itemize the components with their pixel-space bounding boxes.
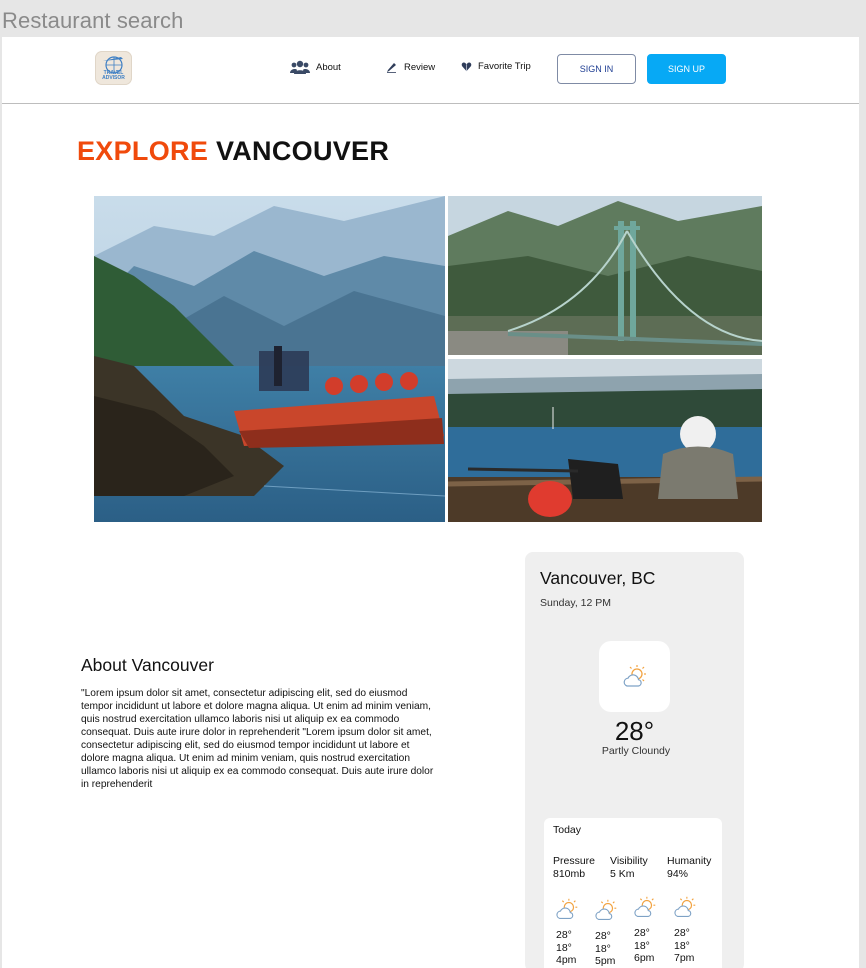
weather-temperature: 28° [614, 716, 655, 746]
top-navigation: TRAVEL ADVISOR About Review Favorite Tri… [2, 37, 859, 104]
partly-cloudy-icon [556, 898, 578, 919]
hour-time: 6pm [634, 952, 655, 964]
nav-review-label: Review [404, 61, 436, 73]
page-title-accent: EXPLORE [77, 136, 209, 166]
today-title: Today [553, 824, 582, 836]
weather-date: Sunday, 12 PM [540, 597, 612, 609]
hour-low: 18° [595, 942, 611, 955]
hour-low: 18° [674, 939, 690, 952]
hour-high: 28° [556, 929, 572, 941]
hour-forecast: 28° 18° 6pm [631, 894, 659, 965]
stat-humidity: Humanity 94% [667, 855, 711, 881]
stat-visibility: Visibility 5 Km [610, 855, 648, 881]
pen-icon [387, 63, 396, 73]
page: TRAVEL ADVISOR About Review Favorite Tri… [2, 37, 859, 968]
stat-pressure-value: 810mb [553, 868, 586, 880]
frame-title: Restaurant search [2, 8, 184, 33]
heart-icon [461, 62, 472, 72]
hour-time: 7pm [674, 952, 695, 964]
nav-about-label: About [316, 61, 341, 73]
partly-cloudy-icon [634, 896, 656, 917]
weather-condition: Partly Cloundy [601, 745, 671, 757]
hour-low: 18° [556, 941, 572, 954]
partly-cloudy-icon [623, 664, 646, 687]
photo-boat-tour [94, 196, 445, 522]
weather-city: Vancouver, BC [540, 568, 656, 588]
today-forecast-panel: Today Pressure 810mb Visibility 5 Km Hum… [544, 818, 722, 968]
logo[interactable]: TRAVEL ADVISOR [95, 51, 132, 85]
hour-forecast: 28° 18° 5pm [592, 897, 620, 968]
users-icon [290, 60, 310, 74]
hour-high: 28° [674, 927, 690, 939]
hour-low: 18° [634, 939, 650, 952]
nav-favorite-trip[interactable]: Favorite Trip [461, 61, 531, 72]
hour-forecast: 28° 18° 4pm [553, 896, 581, 967]
hour-high: 28° [634, 927, 650, 939]
sign-up-button[interactable]: SIGN UP [647, 54, 726, 84]
hour-forecast: 28° 18° 7pm [671, 894, 699, 965]
stat-humidity-label: Humanity [667, 855, 712, 867]
stat-visibility-label: Visibility [610, 855, 648, 867]
nav-about[interactable]: About [290, 60, 341, 74]
hour-time: 4pm [556, 954, 577, 966]
weather-card: Vancouver, BC Sunday, 12 PM 28° Partly C… [525, 552, 744, 968]
partly-cloudy-icon [674, 896, 696, 917]
nav-review[interactable]: Review [386, 61, 435, 73]
hour-high: 28° [595, 930, 611, 942]
about-title: About Vancouver [81, 655, 214, 675]
stat-pressure-label: Pressure [553, 855, 596, 867]
logo-text: TRAVEL ADVISOR [102, 70, 125, 81]
sign-in-button[interactable]: SIGN IN [557, 54, 636, 84]
page-title-city: VANCOUVER [215, 136, 390, 166]
about-body: "Lorem ipsum dolor sit amet, consectetur… [81, 688, 434, 790]
weather-icon-box [599, 641, 670, 712]
nav-favorite-trip-label: Favorite Trip [478, 61, 531, 72]
photo-seaside-bench [448, 359, 762, 522]
stat-pressure: Pressure 810mb [553, 855, 595, 881]
stat-visibility-value: 5 Km [610, 868, 635, 880]
stat-humidity-value: 94% [667, 868, 689, 880]
hour-time: 5pm [595, 955, 616, 967]
photo-lions-gate-bridge [448, 196, 762, 355]
page-title: EXPLORE VANCOUVER [77, 136, 389, 167]
partly-cloudy-icon [595, 899, 617, 920]
